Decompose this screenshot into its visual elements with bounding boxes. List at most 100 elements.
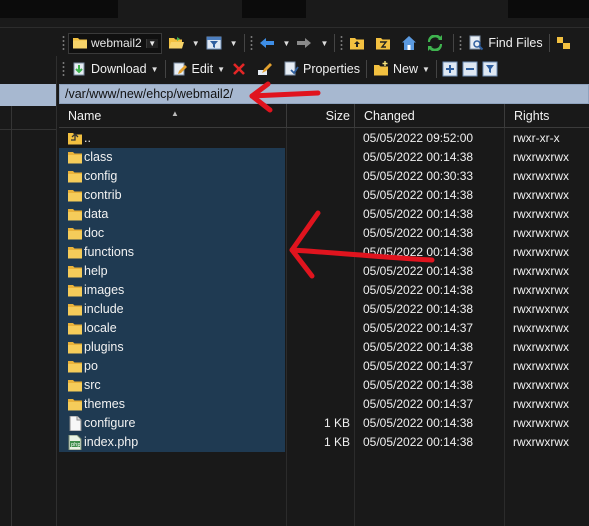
parent-folder-icon — [68, 133, 82, 145]
properties-button[interactable]: Properties — [280, 58, 363, 80]
new-button[interactable]: New ▼ — [370, 58, 433, 80]
file-rights: rwxrwxrwx — [513, 416, 569, 430]
file-row[interactable]: configure 1 KB 05/05/2022 00:14:38 rwxrwxrw… — [59, 414, 589, 433]
directory-combo[interactable]: webmail2 ▼ — [68, 32, 162, 54]
file-row[interactable]: include 05/05/2022 00:14:38 rwxrwxrwx — [59, 300, 589, 319]
rename-button[interactable] — [254, 58, 280, 80]
folder-icon — [68, 323, 82, 335]
svg-text:php: php — [71, 442, 81, 448]
forward-button[interactable]: ▼ — [293, 32, 331, 54]
file-rights: rwxrwxrwx — [513, 435, 569, 449]
address-bar[interactable]: /var/www/new/ehcp/webmail2/ — [59, 84, 589, 104]
file-row[interactable]: data 05/05/2022 00:14:38 rwxrwxrwx — [59, 205, 589, 224]
toolbar-separator — [365, 60, 367, 78]
refresh-button[interactable] — [424, 32, 450, 54]
file-changed: 05/05/2022 00:14:38 — [363, 245, 474, 259]
root-directory-button[interactable] — [372, 32, 398, 54]
file-row[interactable]: config 05/05/2022 00:30:33 rwxrwxrwx — [59, 167, 589, 186]
filter-selection-button[interactable] — [480, 58, 500, 80]
pane-splitter[interactable] — [56, 56, 57, 526]
toolbar-grip[interactable] — [62, 35, 65, 51]
file-row[interactable]: help 05/05/2022 00:14:38 rwxrwxrwx — [59, 262, 589, 281]
download-button[interactable]: Download ▼ — [68, 58, 162, 80]
file-size: 1 KB — [323, 435, 350, 449]
new-label: New — [392, 62, 418, 76]
select-button[interactable] — [440, 58, 460, 80]
file-name: include — [84, 302, 124, 316]
left-pane-divider — [0, 129, 57, 130]
open-directory-button[interactable]: ▼ — [165, 32, 203, 54]
edit-button[interactable]: Edit ▼ — [169, 58, 228, 80]
folder-icon — [68, 171, 82, 183]
filter-icon — [206, 36, 222, 50]
top-strip-dark-block — [508, 0, 589, 18]
folder-icon — [68, 342, 82, 354]
file-changed: 05/05/2022 00:14:38 — [363, 207, 474, 221]
file-name: doc — [84, 226, 105, 240]
folder-icon — [68, 190, 82, 202]
minus-box-icon — [462, 61, 478, 77]
chevron-down-icon[interactable]: ▼ — [192, 39, 200, 48]
arrow-left-icon — [259, 38, 274, 48]
file-rights: rwxrwxrwx — [513, 397, 569, 411]
back-button[interactable]: ▼ — [256, 32, 294, 54]
chevron-down-icon[interactable]: ▼ — [217, 65, 225, 74]
left-address-bar[interactable] — [0, 84, 57, 106]
file-changed: 05/05/2022 00:14:38 — [363, 435, 474, 449]
parent-directory-button[interactable] — [346, 32, 372, 54]
chevron-down-icon[interactable]: ▼ — [230, 39, 238, 48]
toolbar-grip[interactable] — [249, 35, 253, 51]
file-name: configure — [84, 416, 136, 430]
column-header-size-label: Size — [325, 109, 350, 123]
toolbar-grip[interactable] — [459, 35, 463, 51]
rename-icon — [257, 63, 272, 75]
file-row[interactable]: functions 05/05/2022 00:14:38 rwxrwxrwx — [59, 243, 589, 262]
file-row[interactable]: images 05/05/2022 00:14:38 rwxrwxrwx — [59, 281, 589, 300]
file-changed: 05/05/2022 00:14:37 — [363, 397, 474, 411]
file-rights: rwxrwxrwx — [513, 245, 569, 259]
file-row[interactable]: locale 05/05/2022 00:14:37 rwxrwxrwx — [59, 319, 589, 338]
synchronize-browsing-button[interactable] — [553, 32, 579, 54]
edit-label: Edit — [191, 62, 214, 76]
unselect-button[interactable] — [460, 58, 480, 80]
file-list[interactable]: Name ▲ Size Changed Rights .. 05/05/2022 … — [59, 104, 589, 526]
column-header-changed[interactable]: Changed — [355, 104, 505, 128]
file-row[interactable]: themes 05/05/2022 00:14:37 rwxrwxrwx — [59, 395, 589, 414]
file-list-header: Name ▲ Size Changed Rights — [59, 104, 589, 128]
file-row[interactable]: class 05/05/2022 00:14:38 rwxrwxrwx — [59, 148, 589, 167]
file-rights: rwxrwxrwx — [513, 321, 569, 335]
column-header-size[interactable]: Size — [287, 104, 355, 128]
chevron-down-icon[interactable]: ▼ — [320, 39, 328, 48]
php-file-icon: php — [68, 435, 82, 450]
file-rights: rwxr-xr-x — [513, 131, 560, 145]
home-directory-button[interactable] — [398, 32, 424, 54]
file-row[interactable]: doc 05/05/2022 00:14:38 rwxrwxrwx — [59, 224, 589, 243]
file-row[interactable]: po 05/05/2022 00:14:37 rwxrwxrwx — [59, 357, 589, 376]
sync-icon — [556, 37, 570, 49]
chevron-down-icon[interactable]: ▼ — [283, 39, 291, 48]
chevron-down-icon[interactable]: ▼ — [145, 38, 158, 48]
properties-label: Properties — [302, 62, 360, 76]
file-name: help — [84, 264, 108, 278]
folder-icon — [68, 399, 82, 411]
toolbar-separator — [334, 34, 336, 52]
file-rights: rwxrwxrwx — [513, 226, 569, 240]
column-header-name[interactable]: Name ▲ — [59, 104, 287, 128]
file-row[interactable]: php index.php 1 KB 05/05/2022 00:14:38 rwxrw… — [59, 433, 589, 452]
file-row[interactable]: contrib 05/05/2022 00:14:38 rwxrwxrwx — [59, 186, 589, 205]
chevron-down-icon[interactable]: ▼ — [422, 65, 430, 74]
file-row[interactable]: src 05/05/2022 00:14:38 rwxrwxrwx — [59, 376, 589, 395]
find-files-button[interactable]: Find Files — [465, 32, 545, 54]
parent-directory-row[interactable]: .. 05/05/2022 09:52:00 rwxr-xr-x — [59, 129, 589, 148]
chevron-down-icon[interactable]: ▼ — [151, 65, 159, 74]
filter-button[interactable]: ▼ — [203, 32, 241, 54]
new-folder-icon — [373, 61, 388, 76]
toolbar-grip[interactable] — [340, 35, 344, 51]
column-header-rights[interactable]: Rights — [505, 104, 589, 128]
file-row[interactable]: plugins 05/05/2022 00:14:38 rwxrwxrwx — [59, 338, 589, 357]
file-rights: rwxrwxrwx — [513, 340, 569, 354]
toolbar-grip[interactable] — [62, 61, 65, 77]
file-icon — [69, 416, 82, 431]
directory-combo-label: webmail2 — [91, 36, 142, 50]
delete-button[interactable] — [228, 58, 254, 80]
